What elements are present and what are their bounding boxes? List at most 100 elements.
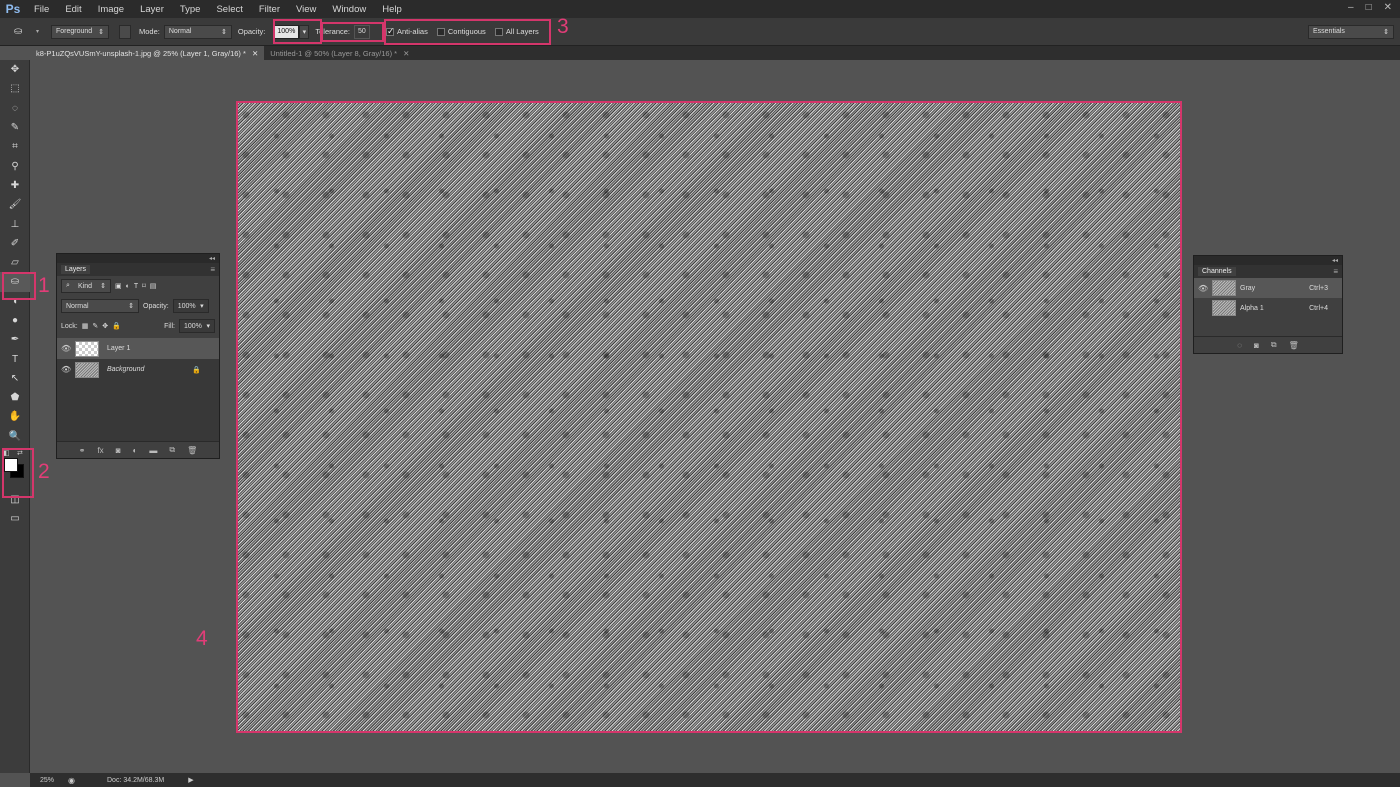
color-swatch-highlight-box bbox=[2, 448, 34, 498]
blend-mode-dropdown[interactable]: Normal ⇕ bbox=[61, 299, 139, 313]
lock-all-icon[interactable]: 🔒 bbox=[112, 322, 121, 330]
crop-icon[interactable]: ⌗ bbox=[0, 137, 30, 156]
add-mask-icon[interactable]: ◙ bbox=[116, 446, 121, 455]
channel-row-alpha-1[interactable]: Alpha 1 Ctrl+4 bbox=[1194, 298, 1342, 318]
status-menu-arrow-icon[interactable]: ▶ bbox=[188, 776, 193, 784]
panel-menu-icon[interactable]: ≡ bbox=[210, 265, 215, 274]
close-icon[interactable]: ✕ bbox=[403, 49, 409, 58]
document-tabs: k8-P1uZQsVUSmY-unsplash-1.jpg @ 25% (Lay… bbox=[30, 46, 1400, 60]
new-channel-icon[interactable]: ⧉ bbox=[1271, 340, 1277, 350]
minimize-button[interactable]: – bbox=[1348, 2, 1354, 13]
menu-type[interactable]: Type bbox=[172, 4, 209, 15]
stamp-icon[interactable]: ⊥ bbox=[0, 214, 30, 233]
callout-2: 2 bbox=[38, 460, 50, 483]
fill-source-dropdown[interactable]: Foreground ⇕ bbox=[51, 24, 110, 39]
tab-document-2[interactable]: Untitled-1 @ 50% (Layer 8, Gray/16) * ✕ bbox=[264, 46, 415, 60]
brush-icon[interactable]: 🖌 bbox=[0, 195, 30, 214]
dodge-icon[interactable]: ● bbox=[0, 311, 30, 330]
share-icon[interactable]: ◉ bbox=[68, 776, 75, 785]
layer-name[interactable]: Layer 1 bbox=[107, 345, 130, 352]
channel-row-gray[interactable]: 👁 Gray Ctrl+3 bbox=[1194, 278, 1342, 298]
shape-icon[interactable]: ⬟ bbox=[0, 388, 30, 407]
panel-tabs: Layers ≡ bbox=[57, 263, 219, 276]
trash-icon[interactable]: 🗑 bbox=[1289, 341, 1299, 350]
zoom-icon[interactable]: 🔍 bbox=[0, 427, 30, 446]
zoom-level[interactable]: 25% bbox=[40, 777, 54, 784]
load-selection-icon[interactable]: ◌ bbox=[1237, 341, 1242, 350]
channel-thumbnail bbox=[1212, 300, 1236, 316]
smart-object-filter-icon[interactable]: ▤ bbox=[150, 282, 157, 290]
layer-row-layer-1[interactable]: 👁 Layer 1 bbox=[57, 338, 219, 359]
maximize-button[interactable]: □ bbox=[1366, 2, 1372, 13]
save-selection-icon[interactable]: ◙ bbox=[1254, 341, 1259, 350]
panel-menu-icon[interactable]: ≡ bbox=[1333, 267, 1338, 276]
visibility-eye-icon[interactable]: 👁 bbox=[61, 344, 71, 353]
collapse-icon[interactable]: ◂◂ bbox=[1332, 257, 1338, 264]
tolerance-highlight-box bbox=[321, 22, 384, 42]
fill-source-value: Foreground bbox=[56, 28, 93, 35]
shape-filter-icon[interactable]: ⌑ bbox=[142, 282, 146, 290]
tab-channels[interactable]: Channels bbox=[1198, 267, 1236, 276]
collapse-icon[interactable]: ◂◂ bbox=[209, 255, 215, 262]
menu-help[interactable]: Help bbox=[374, 4, 410, 15]
menu-image[interactable]: Image bbox=[90, 4, 132, 15]
tool-preset-arrow-icon[interactable]: ▾ bbox=[36, 28, 39, 35]
callout-1: 1 bbox=[38, 274, 50, 297]
chevron-down-icon: ▾ bbox=[206, 323, 210, 330]
tab-layers[interactable]: Layers bbox=[61, 265, 91, 274]
menu-file[interactable]: File bbox=[26, 4, 57, 15]
screen-mode-icon[interactable]: ▭ bbox=[0, 509, 30, 528]
mode-value: Normal bbox=[168, 28, 192, 35]
link-layers-icon[interactable]: ⚭ bbox=[79, 446, 86, 455]
filter-kind-dropdown[interactable]: ⌕ Kind ⇕ bbox=[61, 279, 111, 293]
close-button[interactable]: ✕ bbox=[1384, 2, 1392, 13]
mode-dropdown[interactable]: Normal ⇕ bbox=[163, 24, 232, 39]
adjustment-layer-icon[interactable]: ◐ bbox=[133, 446, 138, 455]
photoshop-window: Ps File Edit Image Layer Type Select Filter Vie… bbox=[0, 0, 1400, 787]
lock-image-icon[interactable]: ✎ bbox=[92, 322, 98, 330]
visibility-eye-icon[interactable]: 👁 bbox=[1198, 284, 1208, 293]
eyedropper-icon[interactable]: ⚲ bbox=[0, 156, 30, 175]
layer-opacity-field[interactable]: 100% ▾ bbox=[172, 299, 209, 313]
lock-transparent-icon[interactable]: ▦ bbox=[82, 322, 89, 330]
move-icon[interactable]: ✥ bbox=[0, 60, 30, 79]
menu-edit[interactable]: Edit bbox=[57, 4, 89, 15]
type-icon[interactable]: T bbox=[0, 349, 30, 368]
path-select-icon[interactable]: ↖ bbox=[0, 369, 30, 388]
quick-select-icon[interactable]: ✎ bbox=[0, 118, 30, 137]
layer-name[interactable]: Background bbox=[107, 366, 144, 373]
document-canvas[interactable] bbox=[236, 101, 1182, 733]
menu-layer[interactable]: Layer bbox=[132, 4, 172, 15]
opacity-label: Opacity: bbox=[237, 27, 266, 36]
tab-label: k8-P1uZQsVUSmY-unsplash-1.jpg @ 25% (Lay… bbox=[36, 48, 246, 58]
tab-document-1[interactable]: k8-P1uZQsVUSmY-unsplash-1.jpg @ 25% (Lay… bbox=[30, 46, 265, 60]
eraser-icon[interactable]: ▱ bbox=[0, 253, 30, 272]
hand-icon[interactable]: ✋ bbox=[0, 407, 30, 426]
fill-field[interactable]: 100% ▾ bbox=[179, 319, 215, 333]
close-icon[interactable]: ✕ bbox=[252, 49, 258, 58]
pixel-filter-icon[interactable]: ▣ bbox=[115, 282, 122, 290]
window-controls: – □ ✕ bbox=[1348, 2, 1392, 13]
history-brush-icon[interactable]: ✐ bbox=[0, 234, 30, 253]
marquee-icon[interactable]: ⬚ bbox=[0, 79, 30, 98]
visibility-eye-icon[interactable]: 👁 bbox=[61, 365, 71, 374]
channels-footer: ◌ ◙ ⧉ 🗑 bbox=[1194, 336, 1342, 353]
pen-icon[interactable]: ✒ bbox=[0, 330, 30, 349]
pattern-picker[interactable] bbox=[119, 24, 132, 39]
adjustment-filter-icon[interactable]: ◐ bbox=[126, 283, 130, 290]
paint-bucket-icon[interactable]: ⛀ bbox=[14, 26, 28, 37]
new-group-icon[interactable]: ▬ bbox=[149, 446, 157, 455]
menu-filter[interactable]: Filter bbox=[251, 4, 288, 15]
healing-icon[interactable]: ✚ bbox=[0, 176, 30, 195]
type-filter-icon[interactable]: T bbox=[134, 283, 138, 290]
layer-row-background[interactable]: 👁 Background 🔒 bbox=[57, 359, 219, 380]
trash-icon[interactable]: 🗑 bbox=[187, 446, 197, 455]
lock-position-icon[interactable]: ✥ bbox=[102, 322, 108, 330]
new-layer-icon[interactable]: ⧉ bbox=[169, 445, 175, 455]
menu-window[interactable]: Window bbox=[324, 4, 374, 15]
lasso-icon[interactable]: ◌ bbox=[0, 99, 30, 118]
menu-select[interactable]: Select bbox=[208, 4, 250, 15]
fx-icon[interactable]: fx bbox=[97, 446, 103, 455]
menu-view[interactable]: View bbox=[288, 4, 324, 15]
workspace-dropdown[interactable]: Essentials ⇕ bbox=[1308, 24, 1394, 39]
